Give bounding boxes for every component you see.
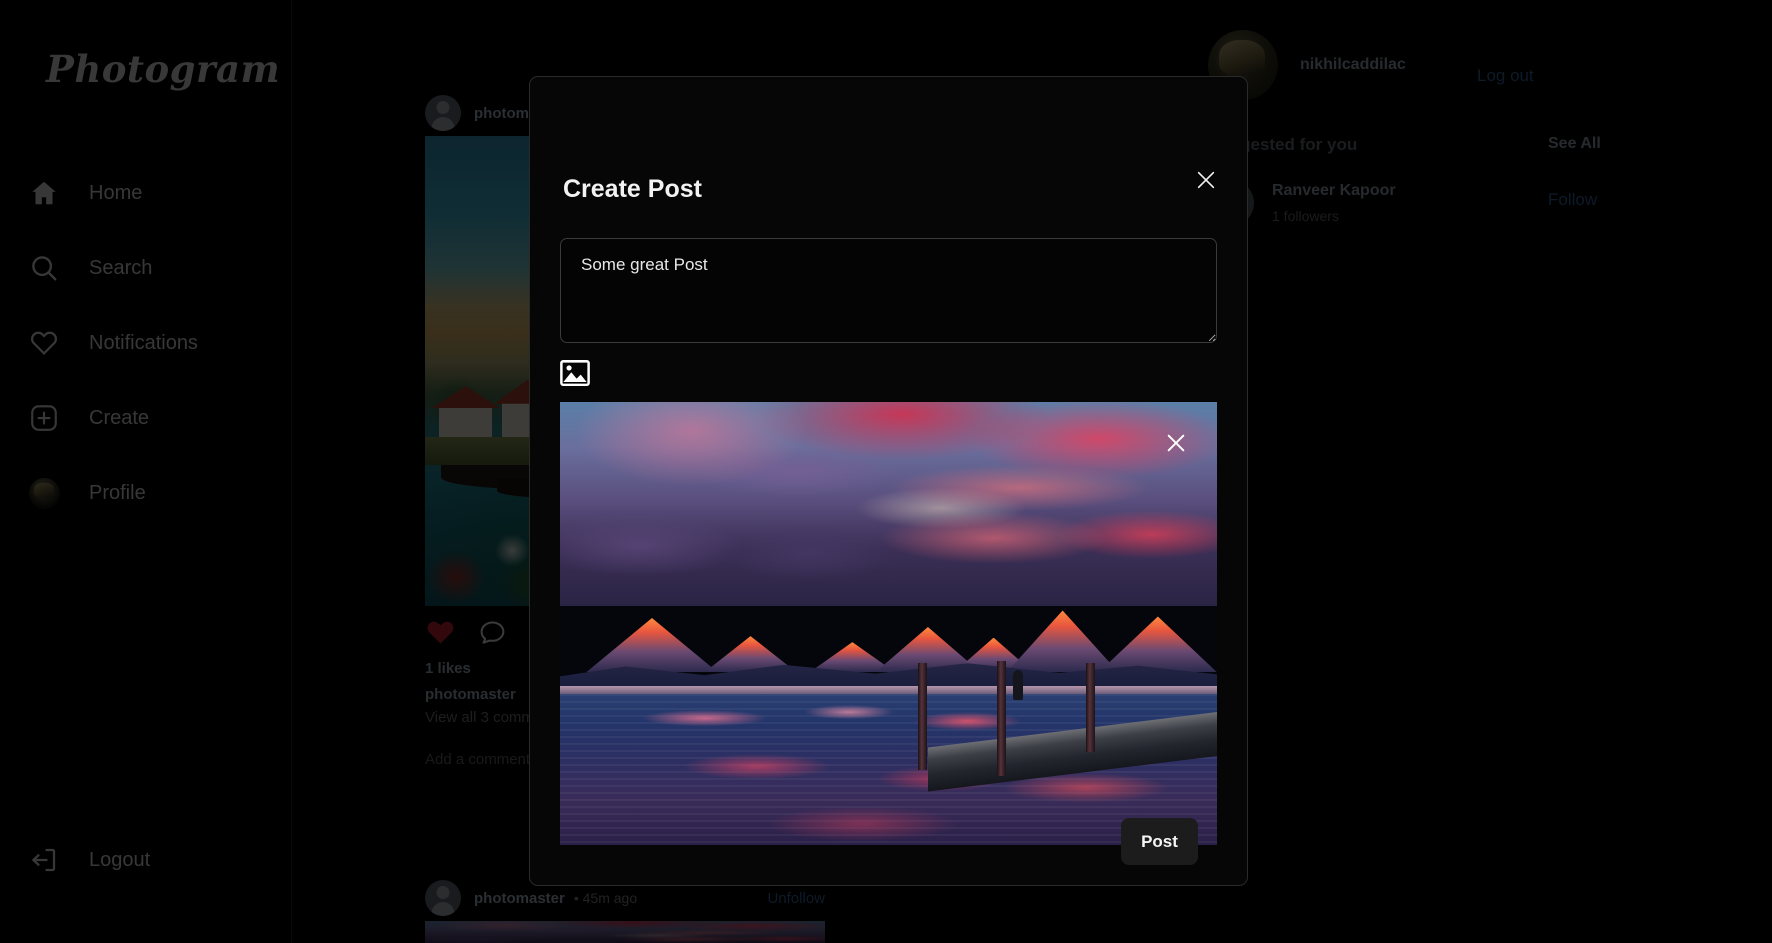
- page-title: Create Post: [563, 175, 702, 203]
- create-post-modal: Create Post: [529, 76, 1248, 886]
- photogram-app: Photogram Home Search: [0, 0, 1772, 943]
- image-preview[interactable]: [560, 402, 1217, 845]
- remove-image-icon[interactable]: [1161, 428, 1191, 458]
- close-icon[interactable]: [1189, 163, 1223, 197]
- post-button[interactable]: Post: [1121, 818, 1198, 865]
- image-upload-icon[interactable]: [560, 360, 590, 386]
- post-text-input[interactable]: [560, 238, 1217, 343]
